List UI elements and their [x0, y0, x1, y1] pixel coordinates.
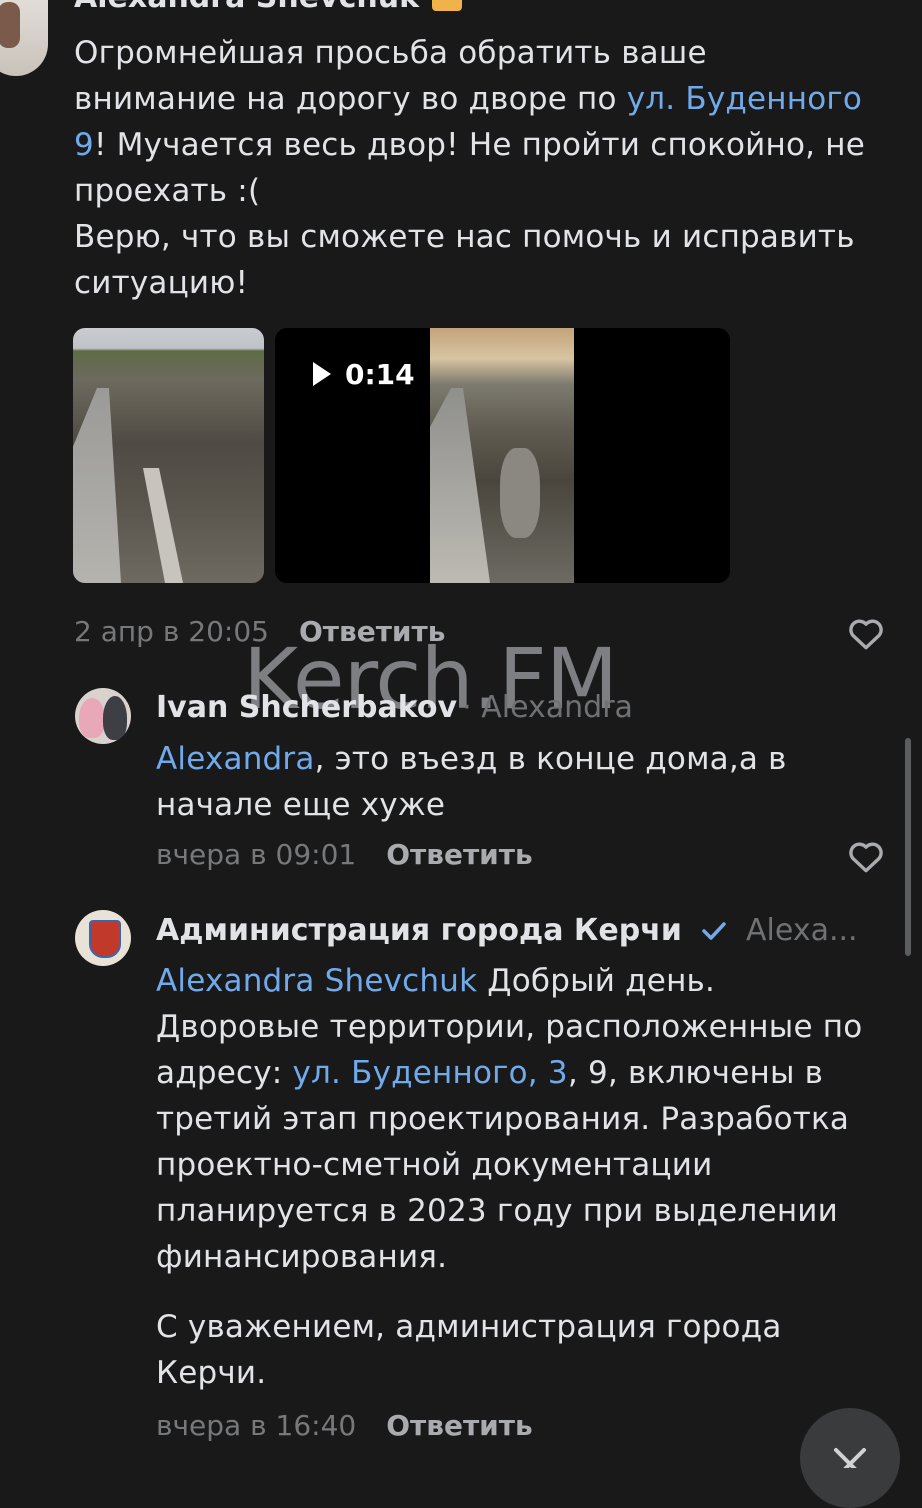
- video-duration: 0:14: [345, 358, 415, 391]
- commenter-avatar[interactable]: [75, 688, 131, 744]
- comment-paragraph-2: С уважением, администрация города Керчи.: [156, 1309, 782, 1391]
- comment-text: Alexandra Shevchuk Добрый день. Дворовые…: [156, 958, 876, 1396]
- reply-to-label: · Alexandra: [462, 690, 633, 725]
- comment-paragraph-1: Alexandra Shevchuk Добрый день. Дворовые…: [156, 963, 863, 1275]
- mention-link[interactable]: Alexandra: [156, 741, 315, 777]
- commenter-avatar[interactable]: [75, 910, 131, 966]
- comment-text: Alexandra, это въезд в конце дома,а в на…: [156, 741, 787, 823]
- gift-icon: [432, 0, 463, 11]
- coat-of-arms-icon: [89, 920, 121, 958]
- close-button[interactable]: [800, 1408, 900, 1508]
- video-duration-badge: 0:14: [313, 358, 415, 391]
- heart-icon: [849, 619, 883, 650]
- post-author-name[interactable]: Alexandra Shevchuk: [74, 0, 419, 15]
- play-icon: [313, 362, 331, 386]
- mention-link[interactable]: Alexandra Shevchuk: [156, 963, 477, 999]
- commenter-name[interactable]: Администрация города Керчи: [156, 913, 682, 948]
- reply-button[interactable]: Ответить: [386, 1409, 533, 1442]
- avatar[interactable]: [0, 0, 48, 76]
- post-paragraph-1: Огромнейшая просьба обратить ваше вниман…: [74, 35, 865, 209]
- post-author-row: Alexandra Shevchuk: [74, 0, 463, 20]
- post-paragraph-2: Верю, что вы сможете нас помочь и исправ…: [74, 219, 855, 301]
- post-text: Огромнейшая просьба обратить ваше вниман…: [74, 30, 874, 306]
- comment-header: Ivan Shcherbakov · Alexandra: [156, 690, 633, 725]
- comment-timestamp: вчера в 16:40: [156, 1409, 357, 1442]
- comment-meta: вчера в 16:40 Ответить: [156, 1409, 533, 1442]
- comment-meta: вчера в 09:01 Ответить: [156, 838, 533, 871]
- like-button[interactable]: [847, 616, 885, 650]
- post-timestamp: 2 апр в 20:05: [74, 615, 269, 648]
- commenter-name[interactable]: Ivan Shcherbakov: [156, 690, 457, 725]
- close-icon: [834, 1448, 866, 1468]
- reply-to-label: Alexa...: [746, 913, 858, 948]
- like-button[interactable]: [847, 839, 885, 873]
- scrollbar[interactable]: [905, 738, 911, 956]
- verified-check-icon: [701, 920, 727, 946]
- address-link[interactable]: ул. Буденного, 3: [292, 1055, 567, 1091]
- comment-timestamp: вчера в 09:01: [156, 838, 357, 871]
- comment-header: Администрация города Керчи Alexa...: [156, 913, 858, 948]
- reply-button[interactable]: Ответить: [386, 838, 533, 871]
- heart-icon: [849, 842, 883, 873]
- video-thumbnail[interactable]: 0:14: [275, 328, 730, 583]
- photo-thumbnail[interactable]: [73, 328, 264, 583]
